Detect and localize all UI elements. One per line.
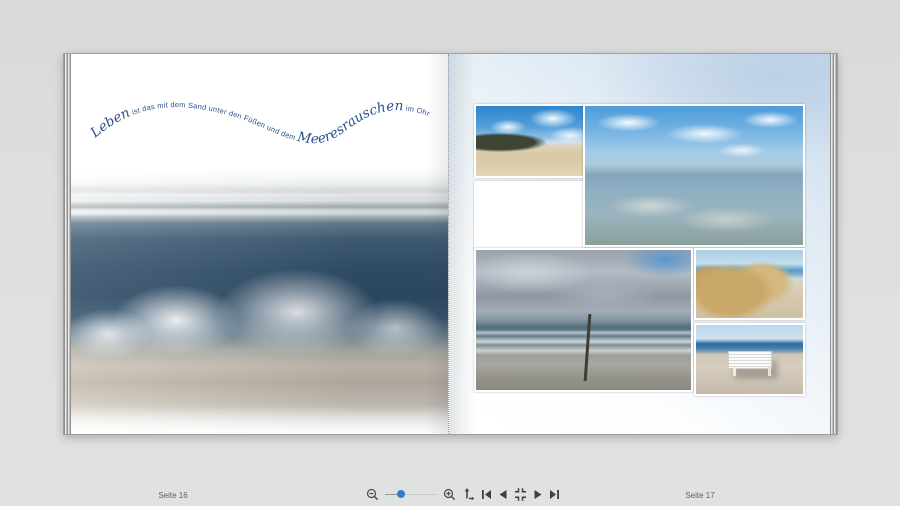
svg-text:Leben ist das mit dem Sand unt: Leben ist das mit dem Sand unter den Füß…: [89, 98, 431, 147]
curved-caption-text[interactable]: Leben ist das mit dem Sand unter den Füß…: [89, 96, 437, 156]
fit-page-icon[interactable]: [462, 488, 475, 501]
caption-end-text: im Ohr: [403, 103, 431, 118]
photo-dune-edge-image: [476, 183, 583, 249]
photo-beach-dune-clouds-image: [476, 106, 583, 176]
app-canvas: { "book": { "left_page": { "caption": { …: [0, 0, 900, 506]
book-spread: Leben ist das mit dem Sand unter den Füß…: [63, 53, 838, 435]
view-toolbar: [366, 485, 560, 503]
next-page-icon[interactable]: [533, 489, 543, 500]
photo-dune-grass-image: [696, 250, 803, 318]
zoom-out-icon[interactable]: [366, 488, 379, 501]
groyne-post: [583, 314, 591, 381]
book-page-right[interactable]: [448, 54, 830, 434]
photo-stormy-sea-groyne[interactable]: [474, 248, 693, 392]
photo-beach-dune-clouds[interactable]: [474, 104, 585, 178]
zoom-slider-thumb[interactable]: [397, 490, 405, 498]
photo-dune-edge[interactable]: [474, 181, 585, 251]
book-page-left[interactable]: Leben ist das mit dem Sand unter den Füß…: [71, 54, 448, 434]
caption-word-leben: Leben: [89, 105, 132, 142]
last-page-icon[interactable]: [549, 489, 560, 500]
right-page-stack-edge: [830, 54, 837, 434]
left-page-stack-edge: [64, 54, 71, 434]
caption-middle-text: ist das mit dem Sand unter den Füßen und…: [128, 100, 298, 142]
photo-calm-sea-reflections[interactable]: [583, 104, 805, 247]
photo-stormy-sea-groyne-image: [476, 250, 691, 390]
photo-white-bench[interactable]: [694, 323, 805, 396]
photo-dune-grass[interactable]: [694, 248, 805, 320]
white-bench: [728, 351, 772, 369]
previous-page-icon[interactable]: [498, 489, 508, 500]
caption-word-meeresrauschen: Meeresrauschen: [295, 98, 403, 147]
first-page-icon[interactable]: [481, 489, 492, 500]
page-number-left: Seite 16: [123, 491, 223, 500]
zoom-slider[interactable]: [385, 490, 437, 498]
page-number-right: Seite 17: [650, 491, 750, 500]
photo-white-bench-image: [696, 325, 803, 394]
zoom-in-icon[interactable]: [443, 488, 456, 501]
photo-breaking-wave[interactable]: [71, 167, 448, 434]
photo-calm-sea-reflections-image: [585, 106, 803, 245]
fit-spread-icon[interactable]: [514, 488, 527, 501]
